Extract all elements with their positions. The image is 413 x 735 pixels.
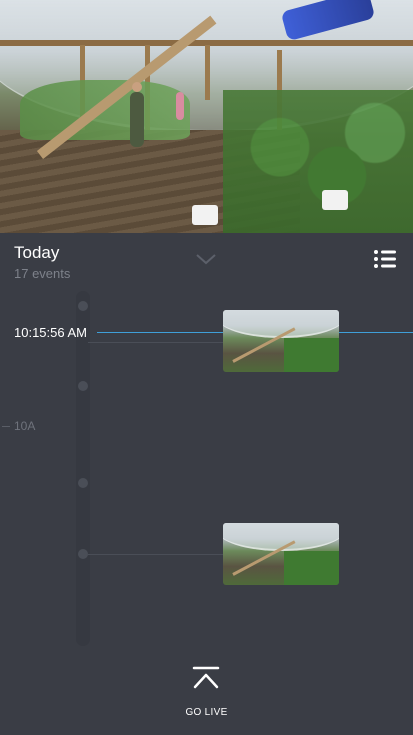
list-icon[interactable] <box>373 247 397 271</box>
child <box>176 92 184 120</box>
arrow-up-to-line-icon <box>192 666 220 689</box>
event-thumbnail[interactable] <box>223 310 339 372</box>
events-panel: Today 17 events 10:15:56 AM 10A GO LIVE <box>0 233 413 735</box>
thumbnail-plants <box>284 338 339 372</box>
post <box>205 45 210 100</box>
hour-tick <box>2 426 10 427</box>
timeline-track[interactable] <box>76 291 90 646</box>
live-camera-view[interactable] <box>0 0 413 233</box>
go-live-label: GO LIVE <box>185 707 228 718</box>
person <box>130 82 144 147</box>
event-count: 17 events <box>14 266 71 281</box>
hour-label: 10A <box>14 419 36 433</box>
white-stool <box>322 190 348 210</box>
event-connector <box>88 342 223 343</box>
event-thumbnail[interactable] <box>223 523 339 585</box>
chevron-down-icon[interactable] <box>195 253 217 265</box>
page-title: Today <box>14 243 60 262</box>
go-live-button[interactable]: GO LIVE <box>0 663 413 723</box>
plants-right <box>223 90 413 233</box>
event-dot[interactable] <box>78 549 88 559</box>
event-dot[interactable] <box>78 381 88 391</box>
thumbnail-plants <box>284 551 339 585</box>
event-dot[interactable] <box>78 301 88 311</box>
event-dot[interactable] <box>78 478 88 488</box>
white-stool <box>192 205 218 225</box>
current-time-label: 10:15:56 AM <box>14 325 87 340</box>
event-connector <box>88 554 223 555</box>
